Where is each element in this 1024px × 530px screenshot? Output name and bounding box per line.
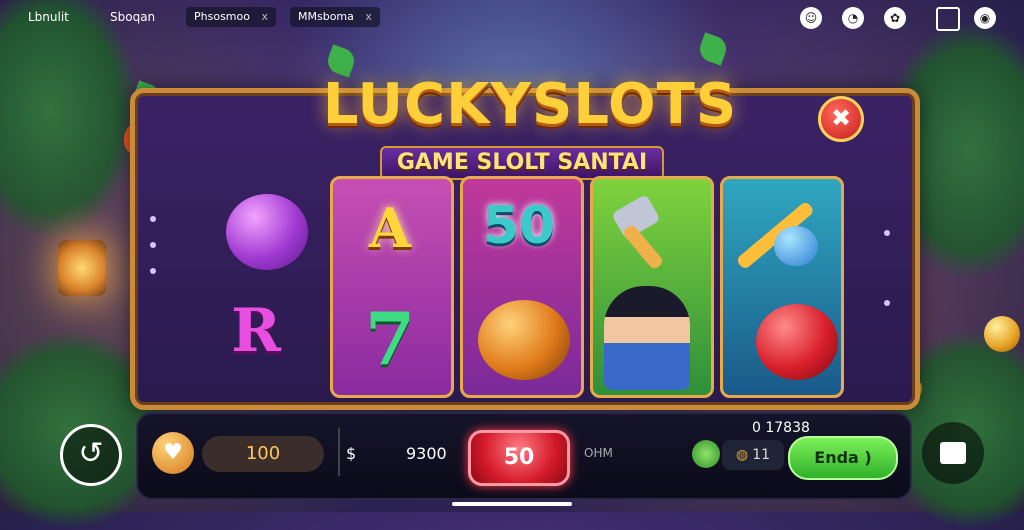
purple-gem-symbol [226, 194, 308, 270]
hammer-handle [621, 223, 665, 271]
frame-rivet [150, 216, 156, 222]
chat-icon [940, 442, 966, 464]
apple-symbol [756, 304, 838, 380]
top-left-label: Lbnulit [28, 10, 69, 24]
back-button[interactable]: ↺ [60, 424, 122, 486]
game-title: LUCKYSLOTS [322, 72, 738, 137]
lantern [58, 240, 106, 296]
win-icon: ◍ [735, 447, 749, 463]
record-icon[interactable]: ◉ [974, 7, 996, 29]
coin-icon [984, 316, 1020, 352]
heart-icon[interactable]: ♥ [152, 432, 194, 474]
balance-value: 9300 [406, 444, 447, 463]
symbol-r: R [231, 296, 281, 366]
tab-pill-1-label: Phsosmoo [194, 10, 250, 23]
tab-pill-1[interactable]: Phsosmoo x [186, 7, 276, 27]
frame-rivet [150, 242, 156, 248]
frame-rivet [884, 300, 890, 306]
top-bar: Lbnulit Sboqan Phsosmoo x MMsboma x ☺ ◔ … [0, 0, 1024, 36]
golden-pot-symbol [478, 300, 570, 380]
home-indicator [452, 502, 572, 506]
unit-label: OHM [584, 446, 613, 460]
currency-icon: $ [346, 444, 357, 463]
divider [338, 428, 340, 476]
character-symbol [604, 286, 690, 390]
frame-rivet [884, 230, 890, 236]
settings-icon[interactable]: ✿ [884, 7, 906, 29]
chat-button[interactable] [922, 422, 984, 484]
close-icon[interactable]: x [261, 10, 268, 23]
close-button[interactable]: ✖ [818, 96, 864, 142]
window-icon[interactable] [936, 7, 960, 31]
auto-button[interactable]: Enda ) [788, 436, 898, 480]
gift-icon[interactable] [692, 440, 720, 468]
blue-gem-symbol [774, 226, 818, 266]
close-icon[interactable]: x [365, 10, 372, 23]
bet-amount-field[interactable]: 100 [202, 436, 324, 472]
spin-button[interactable]: 50 [468, 430, 570, 486]
symbol-fifty: 50 [482, 196, 556, 256]
tab-pill-2[interactable]: MMsboma x [290, 7, 380, 27]
section-label[interactable]: Sboqan [110, 10, 155, 24]
frame-rivet [150, 268, 156, 274]
symbol-seven: 7 [364, 296, 416, 381]
win-value: 11 [752, 447, 771, 463]
win-counter: ◍ 11 [722, 440, 784, 470]
emoji-icon[interactable]: ☺ [800, 7, 822, 29]
total-value: 0 17838 [752, 420, 810, 436]
hammer-symbol [606, 194, 696, 271]
chart-icon[interactable]: ◔ [842, 7, 864, 29]
tab-pill-2-label: MMsboma [298, 10, 354, 23]
symbol-a: A [369, 196, 411, 260]
game-subtitle: GAME SLOLT SANTAI [380, 146, 664, 180]
